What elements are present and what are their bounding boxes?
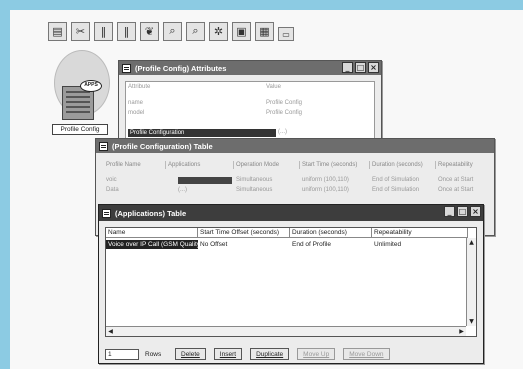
attribute-value: Profile Config [266, 100, 303, 106]
maximize-icon[interactable]: □ [457, 206, 468, 217]
toolbar: ▤ ✂ ‖ ‖ ❦ ⌕ ⌕ ✲ ▣ ▦ ▭ [48, 20, 294, 42]
profile-config-node[interactable]: APPS Profile Config [52, 50, 118, 135]
scroll-left-icon[interactable]: ◀ [106, 327, 115, 336]
minimize-icon[interactable]: _ [342, 62, 353, 73]
attribute-value-selected[interactable]: (...) [278, 129, 287, 135]
cell-duration[interactable]: End of Profile [290, 240, 372, 249]
col-profile-name: Profile Name [104, 161, 166, 169]
open-icon[interactable]: ▤ [48, 21, 67, 41]
applications-table-header: Name Start Time Offset (seconds) Duratio… [106, 228, 468, 238]
cell-repeatability[interactable]: Unlimited [372, 240, 468, 249]
col-duration: Duration (seconds) [290, 228, 372, 238]
attributes-title: (Profile Config) Attributes [135, 63, 227, 73]
cell-start-offset[interactable]: No Offset [198, 240, 290, 249]
cell-start-time: uniform (100,110) [302, 177, 349, 183]
rows-label: Rows [145, 350, 162, 358]
applications-titlebar[interactable]: (Applications) Table _ □ × [99, 205, 483, 221]
bars-alt-icon[interactable]: ‖ [117, 21, 136, 41]
profile-table-header: Profile Name Applications Operation Mode… [104, 161, 496, 169]
window-icon [99, 141, 108, 151]
attributes-window: (Profile Config) Attributes _ □ × Attrib… [118, 60, 382, 140]
window-icon[interactable]: ▣ [232, 21, 251, 41]
minimize-icon[interactable]: _ [444, 206, 455, 217]
panel-icon[interactable]: ▭ [278, 27, 294, 41]
scroll-right-icon[interactable]: ▶ [457, 327, 466, 336]
cell-repeatability: Once at Start [438, 187, 474, 193]
rows-count-input[interactable]: 1 [105, 348, 139, 360]
duplicate-button[interactable]: Duplicate [250, 348, 290, 360]
applications-window: (Applications) Table _ □ × Name Start Ti… [98, 204, 484, 364]
cell-duration: End of Simulation [372, 177, 420, 183]
move-down-button[interactable]: Move Down [343, 348, 390, 360]
zoom-out-icon[interactable]: ⌕ [186, 21, 205, 41]
monitor-icon[interactable]: ▦ [255, 21, 274, 41]
profile-titlebar[interactable]: (Profile Configuration) Table [96, 139, 494, 153]
cell-repeatability: Once at Start [438, 177, 474, 183]
col-value: Value [266, 84, 281, 90]
cell-operation-mode: Simultaneous [236, 177, 273, 183]
cell-start-time: uniform (100,110) [302, 187, 349, 193]
insert-button[interactable]: Insert [213, 348, 243, 360]
attribute-name: name [128, 100, 144, 106]
cell-applications[interactable] [166, 176, 234, 184]
table-row[interactable]: Voice over IP Call (GSM Quality) No Offs… [106, 240, 468, 249]
attribute-row-selected[interactable]: Profile Configuration [128, 129, 276, 137]
col-operation-mode: Operation Mode [234, 161, 300, 169]
applications-footer: 1 Rows Delete Insert Duplicate Move Up M… [105, 347, 477, 361]
col-start-offset: Start Time Offset (seconds) [198, 228, 290, 238]
table-row[interactable]: voic Simultaneous uniform (100,110) End … [104, 176, 496, 184]
cell-duration: End of Simulation [372, 187, 420, 193]
bars-icon[interactable]: ‖ [94, 21, 113, 41]
attributes-grid: Attribute Value name Profile Config mode… [125, 81, 375, 139]
attribute-row[interactable]: model Profile Config [128, 110, 302, 116]
move-up-button[interactable]: Move Up [297, 348, 336, 360]
attribute-value: (...) [278, 129, 287, 135]
attributes-titlebar[interactable]: (Profile Config) Attributes _ □ × [119, 61, 381, 75]
delete-button[interactable]: Delete [175, 348, 206, 360]
cell-name[interactable]: Voice over IP Call (GSM Quality) [106, 240, 198, 249]
applications-grid: Name Start Time Offset (seconds) Duratio… [105, 227, 477, 337]
vertical-scrollbar[interactable]: ▲ ▼ [466, 238, 476, 326]
node-label: Profile Config [52, 124, 108, 135]
profile-title: (Profile Configuration) Table [112, 141, 213, 151]
col-repeatability: Repeatability [438, 162, 473, 168]
network-icon[interactable]: ✲ [209, 21, 228, 41]
col-name: Name [106, 228, 198, 238]
attribute-value: Profile Config [266, 110, 303, 116]
window-icon [122, 63, 131, 73]
cell-applications[interactable]: (...) [166, 186, 234, 194]
close-icon[interactable]: × [368, 62, 379, 73]
attributes-header: Attribute Value [128, 84, 281, 90]
applications-field-selected [178, 177, 232, 184]
pin-icon[interactable]: ❦ [140, 21, 159, 41]
apps-badge: APPS [80, 80, 102, 92]
attribute-name: model [128, 110, 145, 116]
scroll-down-icon[interactable]: ▼ [467, 317, 476, 326]
window-icon [102, 208, 111, 218]
horizontal-scrollbar[interactable]: ◀ ▶ [106, 326, 466, 336]
cell-profile-name: Data [106, 187, 119, 193]
close-icon[interactable]: × [470, 206, 481, 217]
scroll-up-icon[interactable]: ▲ [467, 238, 476, 247]
table-row[interactable]: Data (...) Simultaneous uniform (100,110… [104, 186, 496, 194]
col-attribute: Attribute [128, 84, 151, 90]
cell-operation-mode: Simultaneous [236, 187, 273, 193]
cell-profile-name: voic [106, 177, 117, 183]
attribute-name: Profile Configuration [130, 130, 185, 136]
col-duration: Duration (seconds) [370, 161, 436, 169]
scissors-icon[interactable]: ✂ [71, 21, 90, 41]
col-repeatability: Repeatability [372, 228, 468, 238]
applications-title: (Applications) Table [115, 208, 187, 218]
attribute-row[interactable]: name Profile Config [128, 100, 302, 106]
zoom-in-icon[interactable]: ⌕ [163, 21, 182, 41]
maximize-icon[interactable]: □ [355, 62, 366, 73]
col-applications: Applications [166, 161, 234, 169]
col-start-time: Start Time (seconds) [300, 161, 370, 169]
